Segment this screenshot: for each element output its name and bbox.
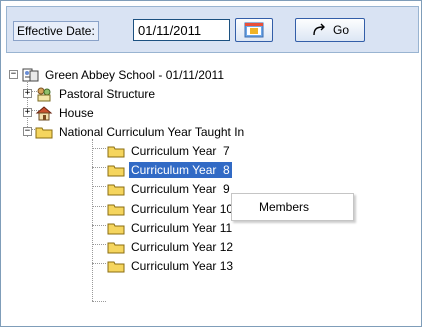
folder-icon <box>107 146 125 157</box>
people-structure-icon <box>37 87 51 101</box>
tree-item-label: Curriculum Year 13 <box>131 258 234 273</box>
go-button[interactable]: Go <box>295 18 365 42</box>
collapse-icon[interactable]: − <box>9 70 18 79</box>
tree-item-label: Pastoral Structure <box>59 86 156 101</box>
tree-item-label: Curriculum Year 9 <box>131 181 230 196</box>
tree-connector <box>92 206 106 207</box>
tree-item-curriculum-year[interactable]: Curriculum Year 11 <box>107 218 234 237</box>
tree-item-label: Curriculum Year 11 <box>131 220 233 235</box>
tree-item-label: National Curriculum Year Taught In <box>59 124 245 139</box>
tree-item-house[interactable]: + House <box>23 103 96 122</box>
tree-connector <box>92 139 93 301</box>
expand-icon[interactable]: + <box>23 89 32 98</box>
tree-item-label: Curriculum Year 10 <box>131 201 234 216</box>
tree-item-label: Curriculum Year 12 <box>131 239 234 254</box>
tree-item-pastoral-structure[interactable]: + Pastoral Structure <box>23 84 157 103</box>
calendar-button[interactable] <box>235 18 273 42</box>
house-icon <box>35 105 53 120</box>
tree-connector <box>92 167 106 168</box>
tree-root-label: Green Abbey School - 01/11/2011 <box>45 67 225 82</box>
context-menu: Members <box>231 193 354 221</box>
tree-item-label: House <box>59 105 94 120</box>
app-window: Effective Date: Go <box>0 0 422 327</box>
context-menu-item-members[interactable]: Members <box>232 200 309 214</box>
school-icon <box>22 68 39 81</box>
go-arrow-icon <box>313 23 325 36</box>
tree-view: − Green Abbey School - 01/11/2011 + Past… <box>8 59 418 321</box>
folder-icon <box>107 204 125 215</box>
effective-date-label: Effective Date: <box>13 21 99 41</box>
tree-item-curriculum-year[interactable]: Curriculum Year 12 <box>107 237 235 256</box>
tree-connector <box>92 263 106 264</box>
tree-connector <box>92 301 106 302</box>
folder-icon <box>107 261 125 272</box>
tree-item-curriculum-year-selected[interactable]: Curriculum Year 8 <box>107 160 233 179</box>
folder-icon <box>107 223 125 234</box>
folder-icon <box>107 242 125 253</box>
tree-item-curriculum-year[interactable]: Curriculum Year 13 <box>107 256 235 275</box>
tree-connector <box>92 148 106 149</box>
folder-icon <box>107 165 125 176</box>
tree-item-label: Curriculum Year 8 <box>128 160 233 179</box>
go-button-label: Go <box>332 23 349 37</box>
tree-item-curriculum-year[interactable]: Curriculum Year 10 <box>107 199 235 218</box>
expand-icon[interactable]: + <box>23 108 32 117</box>
tree-item-national-curriculum[interactable]: − National Curriculum Year Taught In <box>23 122 246 141</box>
collapse-icon[interactable]: − <box>23 127 32 136</box>
toolbar: Effective Date: Go <box>6 6 419 53</box>
tree-item-curriculum-year[interactable]: Curriculum Year 7 <box>107 141 232 160</box>
tree-connector <box>92 186 106 187</box>
tree-connector <box>92 225 106 226</box>
effective-date-input[interactable] <box>133 19 230 41</box>
calendar-icon <box>244 22 264 38</box>
folder-open-icon <box>35 127 53 138</box>
tree-item-label: Curriculum Year 7 <box>131 143 230 158</box>
tree-root-node[interactable]: − Green Abbey School - 01/11/2011 <box>9 65 226 84</box>
folder-icon <box>107 184 125 195</box>
tree-item-curriculum-year[interactable]: Curriculum Year 9 <box>107 179 232 198</box>
tree-connector <box>92 244 106 245</box>
